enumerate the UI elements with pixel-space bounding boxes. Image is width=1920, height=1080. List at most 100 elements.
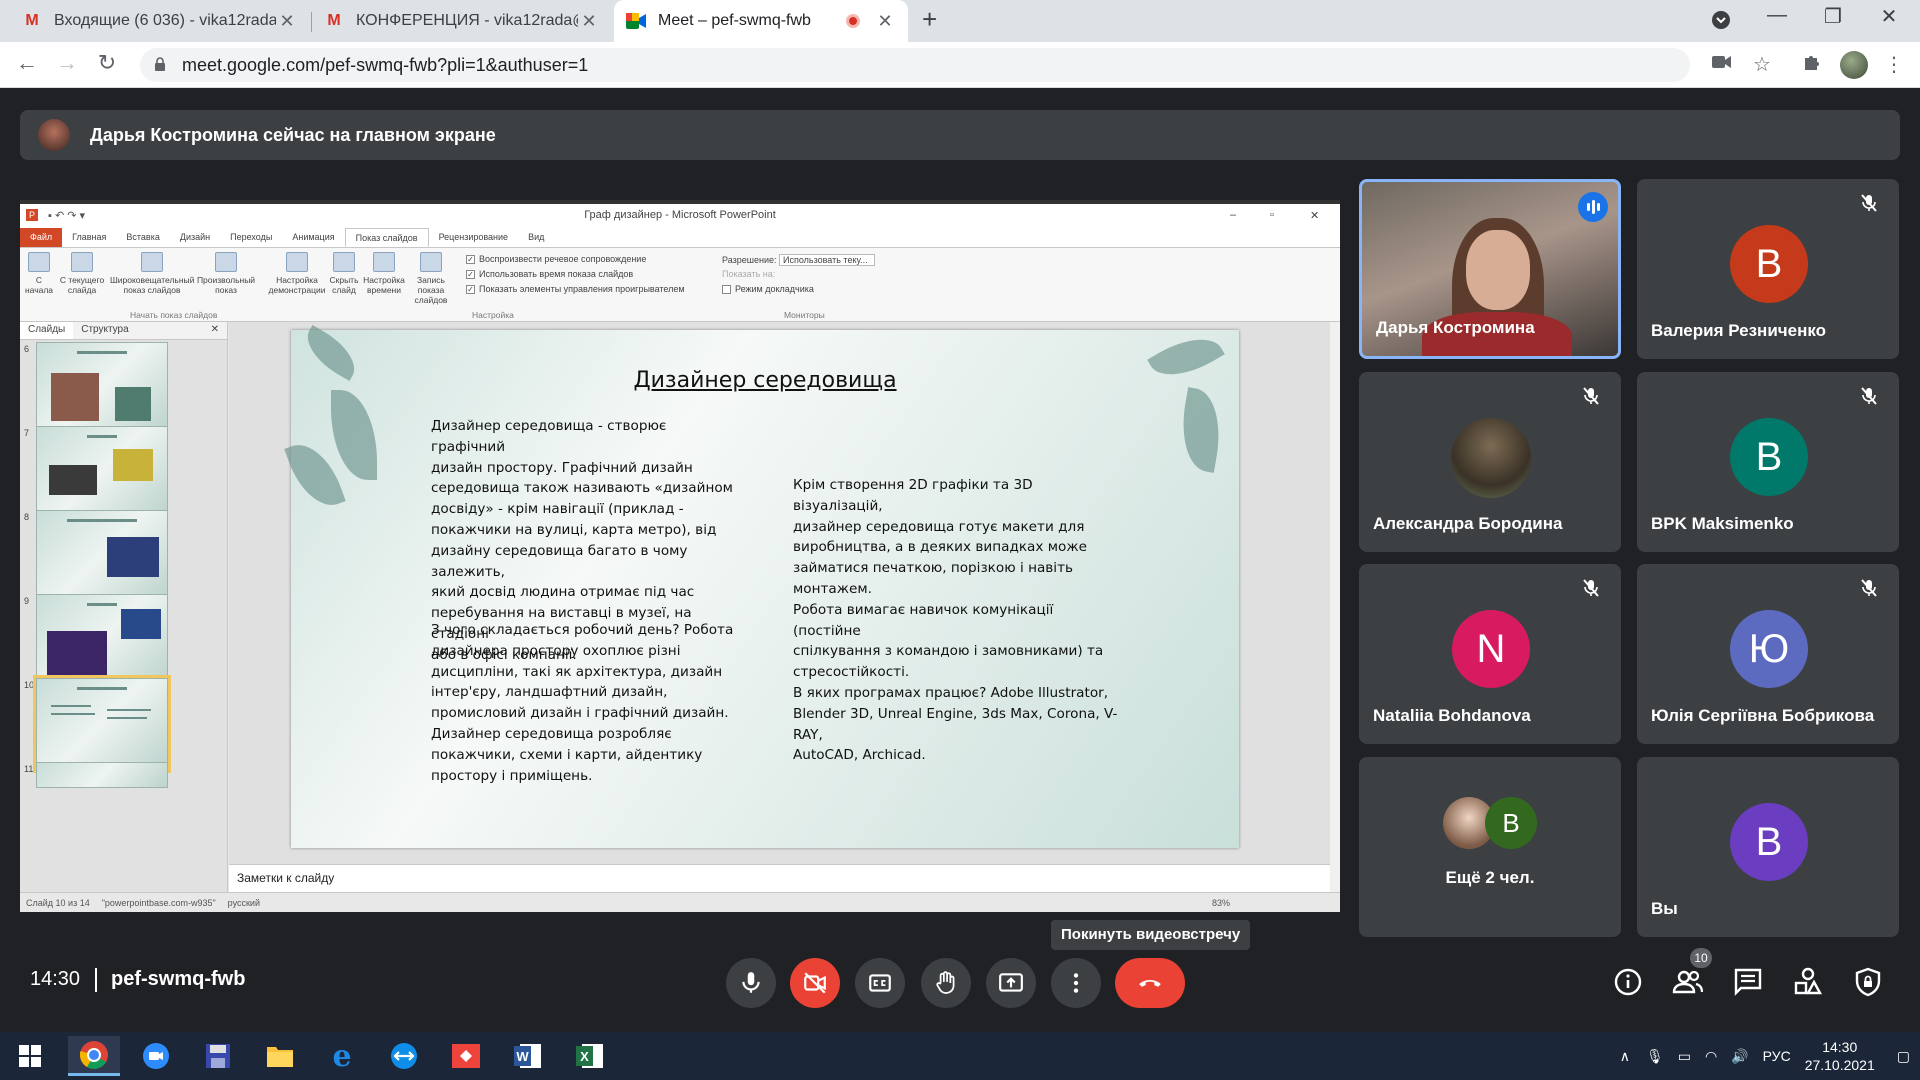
recording-indicator-icon — [846, 14, 860, 28]
slide-number: 6 — [24, 344, 30, 354]
slide-text-left-2: З чого складається робочий день? Робота д… — [431, 622, 734, 784]
people-icon — [1672, 970, 1704, 994]
extensions-icon[interactable] — [1798, 52, 1826, 78]
ppt-panel-close-icon: ✕ — [210, 324, 219, 335]
participant-tile-bpk[interactable]: B BPK Maksimenko — [1637, 372, 1899, 552]
minimize-window-icon[interactable]: — — [1754, 4, 1800, 27]
ppt-restore-icon: ▫ — [1270, 209, 1274, 221]
raise-hand-button[interactable] — [921, 958, 971, 1008]
ppt-resolution: Разрешение: Использовать теку... — [722, 254, 875, 266]
ppt-checkbox: ✓ Использовать время показа слайдов — [466, 269, 634, 279]
address-bar[interactable]: meet.google.com/pef-swmq-fwb?pli=1&authu… — [140, 48, 1690, 82]
back-icon[interactable]: ← — [12, 50, 42, 76]
tray-mic-icon[interactable]: 🎙 — [1646, 1048, 1664, 1065]
ppt-panel-tab: Структура — [81, 324, 129, 335]
meeting-details-button[interactable] — [1612, 966, 1644, 998]
participant-tile-yulia[interactable]: Ю Юлія Сергіївна Бобрикова — [1637, 564, 1899, 744]
mic-off-icon — [1859, 386, 1879, 406]
participant-tile-alexandra[interactable]: Александра Бородина — [1359, 372, 1621, 552]
participant-avatar: Ю — [1730, 610, 1808, 688]
participant-name: Вы — [1651, 899, 1678, 918]
slide-thumbnail-current — [33, 675, 171, 773]
restore-window-icon[interactable]: ❐ — [1810, 4, 1856, 29]
participant-tile-daria[interactable]: Дарья Костромина — [1359, 179, 1621, 359]
browser-tab-meet[interactable]: Meet – pef-swmq-fwb ✕ — [614, 0, 908, 42]
gmail-icon: M — [25, 12, 39, 29]
profile-avatar[interactable] — [1840, 51, 1868, 79]
activities-button[interactable] — [1792, 966, 1824, 998]
ppt-checkbox: ✓ Показать элементы управления проигрыват… — [466, 284, 685, 294]
participant-name: Nataliia Bohdanova — [1373, 706, 1531, 725]
participant-avatar: В — [1730, 803, 1808, 881]
anydesk-icon[interactable] — [440, 1036, 492, 1076]
new-tab-icon[interactable]: + — [922, 4, 937, 35]
participant-tile-more[interactable]: В Ещё 2 чел. — [1359, 757, 1621, 937]
slide-number: 10 — [24, 680, 35, 690]
ppt-ribbon-button: С текущего слайда — [54, 252, 110, 295]
reload-icon[interactable]: ↻ — [92, 50, 122, 76]
ppt-zoom-level: 83% — [1211, 897, 1230, 908]
leave-call-button[interactable] — [1115, 958, 1185, 1008]
ppt-ribbon-button: Настройка демонстрации — [268, 252, 326, 295]
word-icon[interactable]: W — [502, 1036, 554, 1076]
ppt-menu-item: Показ слайдов — [344, 228, 429, 247]
participant-name: Валерия Резниченко — [1651, 321, 1827, 340]
forward-icon[interactable]: → — [52, 50, 82, 76]
ppt-slide-editor: Дизайнер середовища Дизайнер середовища … — [229, 322, 1340, 864]
host-controls-button[interactable] — [1852, 966, 1884, 998]
ppt-ribbon-group-label: Настройка — [472, 310, 514, 320]
ppt-minimize-icon: – — [1230, 209, 1237, 221]
browser-menu-icon[interactable]: ⋮ — [1880, 52, 1908, 77]
wifi-icon[interactable]: ◠ — [1705, 1048, 1717, 1065]
tab-search-icon[interactable] — [1698, 10, 1744, 36]
bookmark-star-icon[interactable]: ☆ — [1748, 52, 1776, 77]
ppt-ribbon-button: С начала — [24, 252, 54, 295]
participant-tile-nataliia[interactable]: N Nataliia Bohdanova — [1359, 564, 1621, 744]
notifications-icon[interactable]: ▢ — [1897, 1048, 1910, 1065]
teamviewer-icon[interactable] — [378, 1036, 430, 1076]
save-icon[interactable] — [192, 1036, 244, 1076]
participant-tile-you[interactable]: В Вы — [1637, 757, 1899, 937]
participant-avatar: В — [1485, 797, 1537, 849]
participants-button[interactable] — [1672, 966, 1704, 998]
leave-call-tooltip: Покинуть видеовстречу — [1051, 920, 1251, 950]
camera-in-use-icon[interactable] — [1708, 52, 1736, 75]
activities-icon — [1794, 967, 1823, 995]
taskbar-clock[interactable]: 14:30 27.10.2021 — [1805, 1038, 1875, 1074]
microphone-button[interactable] — [726, 958, 776, 1008]
ppt-panel-tabs: Слайды Структура ✕ — [20, 322, 227, 340]
raise-hand-icon — [936, 971, 955, 994]
tray-expand-icon[interactable]: ∧ — [1620, 1048, 1630, 1065]
battery-icon[interactable]: ▭ — [1678, 1048, 1691, 1065]
info-icon — [1614, 968, 1642, 996]
system-tray: ∧ 🎙 ▭ ◠ 🔊 РУС 14:30 27.10.2021 ▢ — [1620, 1032, 1920, 1080]
ppt-ribbon: С начала С текущего слайда Широковещател… — [20, 248, 1340, 322]
browser-tab-conference[interactable]: M КОНФЕРЕНЦИЯ - vika12rada@g ✕ — [312, 0, 612, 42]
captions-button[interactable] — [855, 958, 905, 1008]
input-language[interactable]: РУС — [1763, 1048, 1791, 1064]
meeting-code: pef-swmq-fwb — [111, 968, 246, 990]
excel-icon[interactable]: X — [564, 1036, 616, 1076]
close-tab-icon[interactable]: ✕ — [874, 11, 896, 32]
present-screen-button[interactable] — [986, 958, 1036, 1008]
chat-button[interactable] — [1732, 966, 1764, 998]
mic-off-icon — [1859, 578, 1879, 598]
chrome-icon[interactable] — [68, 1036, 120, 1076]
zoom-icon[interactable] — [130, 1036, 182, 1076]
browser-tab-strip: M Входящие (6 036) - vika12rada@ ✕ M КОН… — [0, 0, 1920, 42]
camera-off-button[interactable] — [790, 958, 840, 1008]
close-window-icon[interactable]: ✕ — [1866, 4, 1912, 29]
lock-icon — [154, 57, 168, 73]
volume-icon[interactable]: 🔊 — [1731, 1048, 1748, 1065]
browser-tab-gmail-inbox[interactable]: M Входящие (6 036) - vika12rada@ ✕ — [10, 0, 310, 42]
close-tab-icon[interactable]: ✕ — [578, 11, 600, 32]
camera-off-icon — [804, 972, 826, 994]
more-options-button[interactable] — [1051, 958, 1101, 1008]
close-tab-icon[interactable]: ✕ — [276, 11, 298, 32]
explorer-icon[interactable] — [254, 1036, 306, 1076]
browser-toolbar: ← → ↻ meet.google.com/pef-swmq-fwb?pli=1… — [0, 42, 1920, 88]
participant-name: Юлія Сергіївна Бобрикова — [1651, 706, 1875, 725]
edge-icon[interactable]: e — [316, 1036, 368, 1076]
start-icon[interactable] — [4, 1036, 56, 1076]
participant-tile-valeria[interactable]: В Валерия Резниченко — [1637, 179, 1899, 359]
